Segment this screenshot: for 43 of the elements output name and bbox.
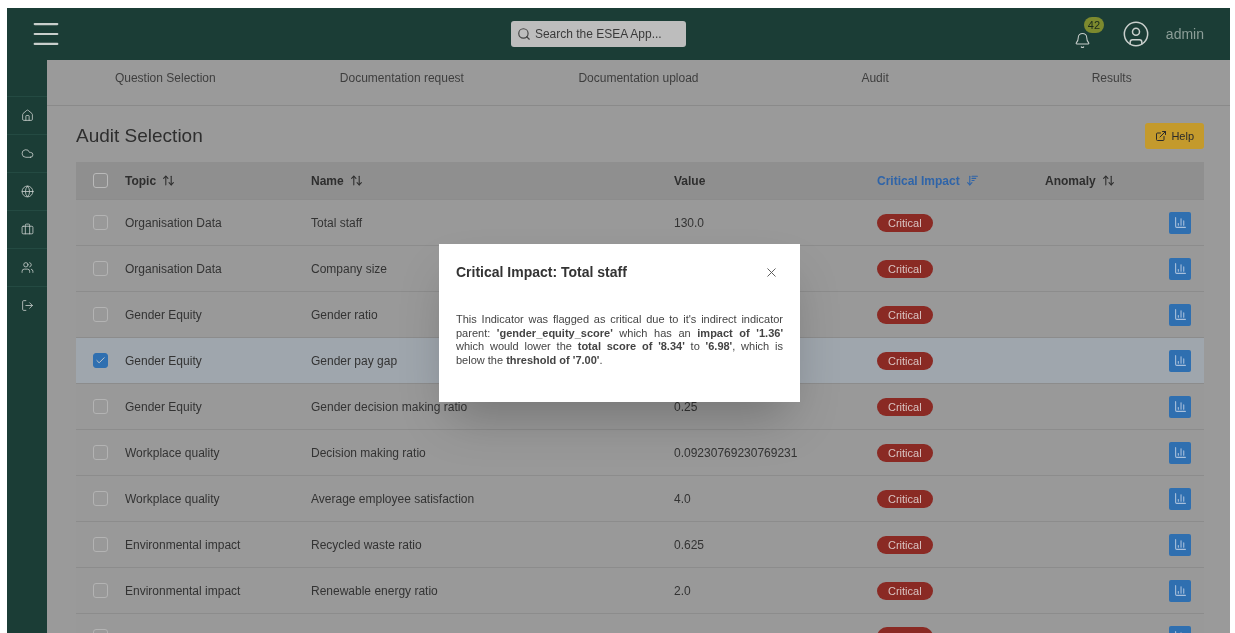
name-cell: Gender pay gap — [311, 353, 398, 368]
topic-cell: Workplace quality — [125, 445, 220, 460]
name-cell: Average employee satisfaction — [311, 491, 475, 506]
page-title: Audit Selection — [76, 123, 203, 148]
value-cell: 0.09230769230769231 — [674, 445, 798, 460]
topic-cell: Gender Equity — [125, 399, 202, 414]
topic-cell: Gender Equity — [125, 353, 202, 368]
value-cell: 0.625 — [674, 537, 705, 552]
step-label: Question Selection — [113, 70, 217, 87]
column-heading: Value — [674, 172, 706, 190]
step-label: Audit — [860, 70, 890, 87]
value-cell: 2.0 — [674, 583, 691, 598]
critical-badge: Critical — [877, 443, 933, 462]
step-label: Results — [1090, 70, 1133, 87]
critical-badge: Critical — [877, 351, 933, 370]
name-cell: Gender ratio — [311, 307, 378, 322]
critical-badge: Critical — [877, 535, 933, 554]
name-cell: Renewable energy ratio — [311, 583, 438, 598]
step-label: Documentation request — [338, 70, 465, 87]
critical-badge: Critical — [877, 259, 933, 278]
critical-badge: Critical — [877, 213, 933, 232]
critical-badge: Critical — [877, 581, 933, 600]
name-cell: Recycled waste ratio — [311, 537, 422, 552]
critical-badge: Critical — [877, 305, 933, 324]
critical-badge: Critical — [877, 489, 933, 508]
topic-cell: Gender Equity — [125, 307, 202, 322]
topic-cell: Environmental impact — [125, 583, 241, 598]
name-cell: Decision making ratio — [311, 445, 426, 460]
notification-count: 42 — [1083, 17, 1105, 33]
topic-cell: Organisation Data — [125, 261, 222, 276]
value-cell: 0.25 — [674, 399, 698, 414]
topic-cell: Environmental impact — [125, 537, 241, 552]
topic-cell: Organisation Data — [125, 215, 222, 230]
critical-badge: Critical — [877, 397, 933, 416]
step-label: Documentation upload — [577, 70, 700, 87]
value-cell: 4.0 — [674, 491, 691, 506]
dialog-title: Critical Impact: Total staff — [456, 263, 627, 282]
topic-cell: Workplace quality — [125, 491, 220, 506]
name-cell: Company size — [311, 261, 388, 276]
name-cell: Total staff — [311, 215, 363, 230]
dialog-message: This Indicator was flagged as critical due to it's indirect indicator parent: 'gender_equity_score' which has an impact of '1.36' which would lower the total score of '8.34' to '6.98', which is below the threshold of '7.00'. — [456, 313, 783, 367]
name-cell: Gender decision making ratio — [311, 399, 468, 414]
value-cell: 130.0 — [674, 215, 705, 230]
